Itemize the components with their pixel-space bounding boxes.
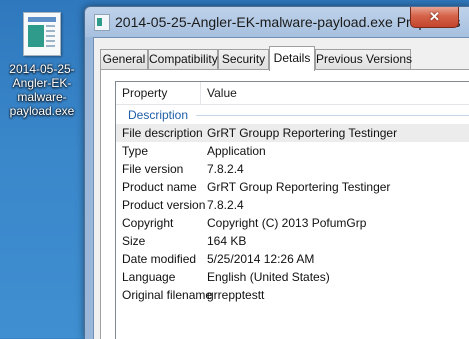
table-row[interactable]: Date modified 5/25/2014 12:26 AM (116, 250, 469, 268)
dialog-body: General Compatibility Security Details P… (93, 37, 469, 339)
group-label: Description (128, 108, 189, 122)
table-row[interactable]: File description GrRT Groupp Reportering… (116, 124, 469, 142)
app-icon (94, 14, 110, 31)
exe-file-icon (23, 12, 61, 56)
properties-window: 2014-05-25-Angler-EK-malware-payload.exe… (84, 6, 469, 339)
property-name: Original filename (122, 288, 213, 302)
property-value: GrRT Groupp Reportering Testinger (207, 126, 398, 140)
property-name: Copyright (122, 216, 174, 230)
tab-strip: General Compatibility Security Details P… (100, 46, 469, 71)
property-name: Product name (122, 180, 197, 194)
table-row[interactable]: Product version 7.8.2.4 (116, 196, 469, 214)
table-row[interactable]: Product name GrRT Group Reportering Test… (116, 178, 469, 196)
property-value: English (United States) (207, 270, 330, 284)
tab-previous-versions[interactable]: Previous Versions (315, 49, 412, 69)
property-value: 7.8.2.4 (207, 198, 244, 212)
property-name: File version (122, 162, 184, 176)
column-header-property[interactable]: Property (116, 82, 201, 104)
property-value: grrepptestt (207, 288, 265, 302)
table-row[interactable]: Original filename grrepptestt (116, 286, 469, 304)
property-value: 7.8.2.4 (207, 162, 244, 176)
group-header-description[interactable]: Description (116, 106, 469, 124)
desktop-file-label: 2014-05-25-Angler-EK-malware-payload.exe (9, 62, 75, 118)
details-list[interactable]: Property Value Description File descript… (115, 81, 469, 339)
table-row[interactable]: Copyright Copyright (C) 2013 PofumGrp (116, 214, 469, 232)
property-name: File description (122, 126, 203, 140)
list-header: Property Value (116, 82, 469, 104)
property-value: Copyright (C) 2013 PofumGrp (207, 216, 367, 230)
desktop-file-icon[interactable]: 2014-05-25-Angler-EK-malware-payload.exe (0, 8, 84, 118)
close-button[interactable]: ✕ (410, 7, 459, 28)
tab-compatibility[interactable]: Compatibility (148, 49, 218, 69)
property-name: Type (122, 144, 149, 158)
table-row[interactable]: Type Application (116, 142, 469, 160)
property-value: 5/25/2014 12:26 AM (207, 252, 315, 266)
property-name: Date modified (122, 252, 197, 266)
table-row[interactable]: Language English (United States) (116, 268, 469, 286)
property-name: Language (122, 270, 176, 284)
tab-security[interactable]: Security (218, 49, 269, 69)
title-bar[interactable]: 2014-05-25-Angler-EK-malware-payload.exe… (85, 7, 469, 37)
group-divider (196, 115, 469, 116)
details-panel: Property Value Description File descript… (100, 69, 469, 339)
property-value: 164 KB (207, 234, 247, 248)
property-name: Product version (122, 198, 206, 212)
tab-details[interactable]: Details (269, 46, 315, 71)
table-row[interactable]: Size 164 KB (116, 232, 469, 250)
property-value: GrRT Group Reportering Testinger (207, 180, 391, 194)
property-rows: File description GrRT Groupp Reportering… (116, 124, 469, 304)
property-name: Size (122, 234, 146, 248)
tab-general[interactable]: General (100, 49, 148, 69)
property-value: Application (207, 144, 266, 158)
column-header-value[interactable]: Value (201, 82, 461, 104)
table-row[interactable]: File version 7.8.2.4 (116, 160, 469, 178)
window-title: 2014-05-25-Angler-EK-malware-payload.exe… (115, 14, 461, 30)
